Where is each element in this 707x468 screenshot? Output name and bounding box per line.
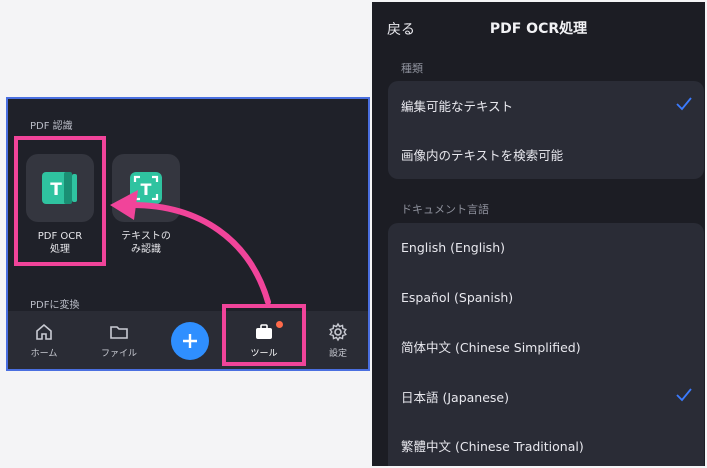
tab-home-label: ホーム bbox=[30, 348, 58, 359]
language-option-chinese-traditional[interactable]: 繁體中文 (Chinese Traditional) bbox=[388, 421, 704, 466]
language-option-label: Español (Spanish) bbox=[401, 290, 514, 305]
text-only-recognition-tool-label: テキストの み認識 bbox=[121, 231, 171, 255]
language-options-group: English (English) Español (Spanish) 简体中文… bbox=[388, 223, 704, 466]
language-option-spanish[interactable]: Español (Spanish) bbox=[388, 273, 704, 322]
section-title-pdf-recognition: PDF 認識 bbox=[30, 121, 73, 132]
language-option-japanese[interactable]: 日本語 (Japanese) bbox=[388, 372, 704, 421]
folder-icon bbox=[110, 325, 128, 339]
language-option-label: 繁體中文 (Chinese Traditional) bbox=[401, 439, 584, 454]
language-option-label: English (English) bbox=[401, 240, 505, 255]
gear-icon bbox=[329, 322, 347, 341]
plus-icon bbox=[183, 334, 197, 348]
svg-text:T: T bbox=[141, 180, 152, 199]
type-option-editable-text[interactable]: 編集可能なテキスト bbox=[388, 81, 704, 130]
page-title: PDF OCR処理 bbox=[489, 21, 588, 37]
tab-files-label: ファイル bbox=[100, 348, 137, 359]
tab-settings-label: 設定 bbox=[328, 348, 347, 359]
type-option-label: 編集可能なテキスト bbox=[401, 99, 514, 114]
checkmark-icon bbox=[676, 97, 692, 111]
tab-files[interactable]: ファイル bbox=[94, 311, 144, 369]
text-only-recognition-tool-button[interactable]: T bbox=[112, 154, 180, 222]
section-title-pdf-convert: PDFに変換 bbox=[30, 300, 80, 311]
language-option-label: 日本語 (Japanese) bbox=[401, 390, 509, 405]
language-group-label: ドキュメント言語 bbox=[401, 203, 489, 216]
text-scan-icon: T bbox=[130, 172, 162, 204]
ocr-tool-highlight bbox=[14, 136, 106, 266]
add-button[interactable] bbox=[171, 322, 209, 360]
home-icon bbox=[36, 323, 52, 340]
type-option-searchable-image[interactable]: 画像内のテキストを検索可能 bbox=[388, 130, 704, 179]
navigation-bar: 戻る PDF OCR処理 bbox=[372, 2, 705, 52]
type-options-group: 編集可能なテキスト 画像内のテキストを検索可能 bbox=[388, 81, 704, 179]
tab-settings[interactable]: 設定 bbox=[316, 311, 360, 369]
tools-tab-highlight bbox=[222, 304, 306, 366]
checkmark-icon bbox=[676, 388, 692, 402]
tools-screen: PDF 認識 T PDF OCR 処理 T テキストの み認識 PDFに変換 ホ… bbox=[6, 97, 370, 371]
type-group-label: 種類 bbox=[401, 62, 423, 75]
language-option-chinese-simplified[interactable]: 简体中文 (Chinese Simplified) bbox=[388, 322, 704, 371]
language-option-english[interactable]: English (English) bbox=[388, 223, 704, 272]
type-option-label: 画像内のテキストを検索可能 bbox=[401, 148, 564, 163]
bottom-tab-bar: ホーム ファイル ツール 設定 bbox=[8, 304, 368, 369]
tab-home[interactable]: ホーム bbox=[22, 311, 66, 369]
language-option-label: 简体中文 (Chinese Simplified) bbox=[401, 340, 581, 355]
ocr-settings-screen: 戻る PDF OCR処理 種類 編集可能なテキスト 画像内のテキストを検索可能 … bbox=[372, 2, 705, 466]
